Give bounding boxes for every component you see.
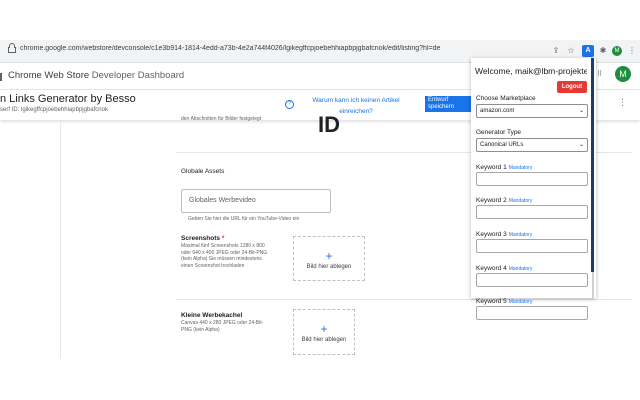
browser-top-area <box>0 0 640 40</box>
menu-icon[interactable] <box>0 73 5 81</box>
marketplace-select[interactable]: amazon.com ⌄ <box>476 104 588 118</box>
content-rail <box>60 120 61 360</box>
keyword-label: Keyword 1 <box>476 164 507 171</box>
promo-video-input[interactable]: Globales Werbevideo <box>181 189 331 213</box>
global-assets-heading: Globale Assets <box>181 168 225 175</box>
popup-scroll-track[interactable] <box>592 272 594 298</box>
keyword-label: Keyword 2 <box>476 197 507 204</box>
more-options-icon[interactable]: ⋮ <box>618 97 627 108</box>
small-tile-spec: Canvas 440 x 280 JPEG oder 24-Bit-PNG (k… <box>181 320 264 333</box>
video-helper-text: Geben Sie hier die URL für ein YouTube-V… <box>188 216 300 222</box>
keyword-1-input[interactable] <box>476 172 588 186</box>
generator-select[interactable]: Canonical URLs ⌄ <box>476 138 588 152</box>
small-tile-heading: Kleine Werbekachel <box>181 312 243 319</box>
small-tile-dropzone[interactable]: + Bild hier ablegen <box>293 309 355 355</box>
extension-a-icon[interactable]: A <box>582 45 594 57</box>
screenshots-spec: Maximal fünf Screenshots 1280 x 800 oder… <box>181 243 268 269</box>
marketplace-label: Choose Marketplace <box>476 95 536 102</box>
url-text[interactable]: chrome.google.com/webstore/devconsole/c1… <box>20 45 450 52</box>
screenshots-label: Screenshots <box>181 235 221 242</box>
mandatory-tag: Mandatory <box>508 165 533 171</box>
chevron-down-icon: ⌄ <box>578 142 584 148</box>
dropzone-label: Bild hier ablegen <box>301 337 347 343</box>
keyword-2-label: Keyword 2 Mandatory <box>476 197 532 204</box>
profile-avatar[interactable]: M <box>612 46 622 56</box>
help-icon[interactable]: ? <box>285 100 294 109</box>
keyword-label: Keyword 4 <box>476 265 507 272</box>
keyword-2-input[interactable] <box>476 205 588 219</box>
welcome-text: Welcome, maik@lbm-projekte.de <box>475 66 587 76</box>
mandatory-tag: Mandatory <box>508 198 533 204</box>
account-avatar[interactable]: M <box>615 66 631 82</box>
item-id: serf ID: lgikegffcpjoebehhiapbpjgbafcnok <box>0 107 108 113</box>
screenshots-heading: Screenshots * <box>181 235 224 242</box>
save-draft-button[interactable]: Entwurf speichern <box>425 96 475 112</box>
cut-text: den Abschnitten für Bilder festgelegt <box>181 116 262 122</box>
screenshots-dropzone[interactable]: + Bild hier ablegen <box>293 236 365 281</box>
divider <box>176 299 632 300</box>
item-title: n Links Generator by Besso <box>0 93 136 105</box>
marketplace-value: amazon.com <box>480 108 515 114</box>
plus-icon: + <box>325 249 333 263</box>
keyword-3-input[interactable] <box>476 239 588 253</box>
keyword-1-label: Keyword 1 Mandatory <box>476 164 532 171</box>
dropzone-label: Bild hier ablegen <box>306 264 352 270</box>
keyword-5-label: Keyword 5 Mandatory <box>476 298 532 305</box>
required-mark: * <box>221 235 225 242</box>
page-bottom <box>0 358 640 400</box>
star-icon[interactable]: ☆ <box>565 45 577 57</box>
lock-icon[interactable] <box>8 43 16 53</box>
kebab-menu-icon[interactable]: ⋮ <box>626 45 638 57</box>
keyword-label: Keyword 5 <box>476 298 507 305</box>
generator-value: Canonical URLs <box>480 142 524 148</box>
logo-preview: ID <box>318 112 340 137</box>
mandatory-tag: Mandatory <box>508 232 533 238</box>
puzzle-icon[interactable]: ✱ <box>597 45 609 57</box>
mandatory-tag: Mandatory <box>508 299 533 305</box>
generator-label: Generator Type <box>476 129 522 136</box>
keyword-3-label: Keyword 3 Mandatory <box>476 231 532 238</box>
logout-button[interactable]: Logout <box>557 81 587 93</box>
keyword-5-input[interactable] <box>476 306 588 320</box>
popup-scrollbar[interactable] <box>591 58 594 272</box>
plus-icon: + <box>320 322 328 336</box>
help-link[interactable]: Warum kann ich keinen Artikel einreichen… <box>300 95 412 117</box>
keyword-4-label: Keyword 4 Mandatory <box>476 265 532 272</box>
store-brand: Chrome Web Store <box>8 70 90 81</box>
chevron-down-icon: ⌄ <box>578 108 584 114</box>
apps-grid-icon[interactable]: ⠿ <box>597 70 607 80</box>
store-title[interactable]: Chrome Web Store Developer Dashboard <box>8 70 184 81</box>
keyword-4-input[interactable] <box>476 273 588 287</box>
share-icon[interactable]: ⇪ <box>550 45 562 57</box>
mandatory-tag: Mandatory <box>508 266 533 272</box>
keyword-label: Keyword 3 <box>476 231 507 238</box>
store-section: Developer Dashboard <box>91 70 185 81</box>
